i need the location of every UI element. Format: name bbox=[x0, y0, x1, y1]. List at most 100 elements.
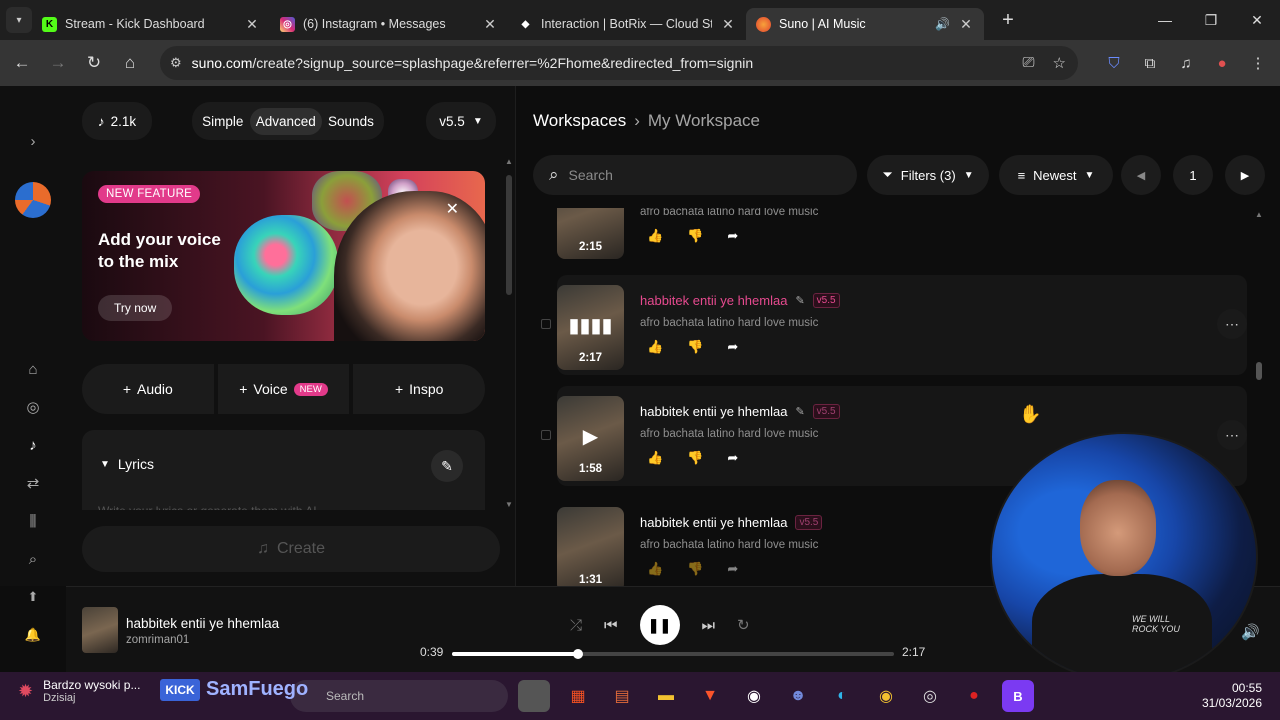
menu-dots-icon[interactable]: ⋮ bbox=[1242, 46, 1274, 80]
song-search-input[interactable]: ⌕ Search bbox=[533, 155, 857, 195]
close-icon[interactable]: ✕ bbox=[244, 16, 260, 33]
botrix-app-icon[interactable]: B bbox=[1002, 680, 1034, 712]
song-cover[interactable]: ▶ 1:58 bbox=[557, 396, 624, 481]
shuffle-icon[interactable]: ⤮ bbox=[570, 617, 582, 634]
song-checkbox[interactable] bbox=[541, 430, 551, 440]
close-icon[interactable]: ✕ bbox=[720, 16, 736, 33]
add-audio-button[interactable]: + Audio bbox=[82, 364, 214, 414]
upgrade-icon[interactable]: ⬆ bbox=[20, 584, 46, 610]
task-view-icon[interactable] bbox=[518, 680, 550, 712]
system-clock[interactable]: 00:55 31/03/2026 bbox=[1202, 681, 1262, 711]
scroll-up-icon[interactable]: ▲ bbox=[505, 157, 513, 166]
song-row[interactable]: ▮▮▮▮ 2:17 habbitek entii ye hhemlaa ✎ v5.5 … bbox=[541, 275, 1247, 375]
lyrics-toggle[interactable]: ▼ Lyrics bbox=[100, 456, 154, 472]
notifications-bell-icon[interactable]: 🔔 bbox=[20, 622, 46, 648]
song-checkbox[interactable] bbox=[541, 319, 551, 329]
thumbs-down-icon[interactable]: 👎 bbox=[687, 339, 703, 355]
page-number[interactable]: 1 bbox=[1173, 155, 1213, 195]
close-icon[interactable]: ✕ bbox=[482, 16, 498, 33]
office-icon[interactable]: ▤ bbox=[606, 680, 638, 712]
next-track-icon[interactable]: ⏭ bbox=[702, 617, 716, 634]
thumbs-up-icon[interactable]: 👍 bbox=[647, 339, 663, 355]
obs-studio-icon[interactable]: ◎ bbox=[914, 680, 946, 712]
library-icon[interactable]: ⫼ bbox=[20, 508, 46, 534]
new-tab-button[interactable]: + bbox=[994, 6, 1022, 34]
play-icon[interactable]: ▶ bbox=[557, 424, 624, 449]
share-icon[interactable]: ➦ bbox=[727, 561, 738, 577]
volume-icon[interactable]: 🔊 bbox=[1241, 623, 1260, 641]
share-icon[interactable]: ➦ bbox=[727, 339, 738, 355]
home-icon[interactable]: ⌂ bbox=[112, 45, 148, 81]
edit-pencil-icon[interactable]: ✎ bbox=[795, 405, 804, 418]
song-title[interactable]: habbitek entii ye hhemlaa bbox=[640, 404, 787, 419]
model-select[interactable]: v5.5 ▼ bbox=[426, 102, 496, 140]
breadcrumb-root[interactable]: Workspaces bbox=[533, 111, 626, 131]
scrollbar-thumb[interactable] bbox=[1256, 362, 1262, 380]
scrollbar-thumb[interactable] bbox=[506, 175, 512, 295]
close-icon[interactable]: ✕ bbox=[446, 199, 459, 219]
scroll-down-icon[interactable]: ▼ bbox=[505, 500, 513, 509]
now-playing-artist[interactable]: zomriman01 bbox=[126, 634, 189, 646]
brave-icon[interactable]: ▼ bbox=[694, 680, 726, 712]
url-bar[interactable]: ⚙ suno.com/create?signup_source=splashpa… bbox=[160, 46, 1078, 80]
sort-button[interactable]: ≡ Newest ▼ bbox=[999, 155, 1113, 195]
edge-icon[interactable]: ◐ bbox=[826, 680, 858, 712]
now-playing-title[interactable]: habbitek entii ye hhemlaa bbox=[126, 616, 279, 631]
repeat-icon[interactable]: ↻ bbox=[737, 616, 750, 634]
expand-chevron-icon[interactable]: › bbox=[20, 128, 46, 154]
recorder-icon[interactable]: ● bbox=[958, 680, 990, 712]
panel-scrollbar[interactable]: ▲ ▼ bbox=[505, 157, 513, 509]
now-playing-cover[interactable] bbox=[82, 607, 118, 653]
mode-advanced[interactable]: Advanced bbox=[249, 107, 322, 135]
taskbar-search[interactable]: Search bbox=[290, 680, 508, 712]
thumbs-down-icon[interactable]: 👎 bbox=[687, 228, 703, 244]
site-info-icon[interactable]: ⚙ bbox=[170, 55, 182, 71]
file-explorer-icon[interactable]: ▬ bbox=[650, 680, 682, 712]
progress-bar[interactable] bbox=[452, 649, 894, 659]
progress-knob[interactable] bbox=[572, 649, 583, 659]
explore-icon[interactable]: ◎ bbox=[20, 394, 46, 420]
profile-icon[interactable]: ● bbox=[1206, 46, 1238, 80]
close-window-icon[interactable]: ✕ bbox=[1234, 0, 1280, 40]
edit-pencil-icon[interactable]: ✎ bbox=[795, 294, 804, 307]
mode-sounds[interactable]: Sounds bbox=[322, 108, 380, 135]
more-options-icon[interactable]: ⋯ bbox=[1217, 420, 1247, 450]
song-title[interactable]: habbitek entii ye hhemlaa bbox=[640, 515, 787, 530]
song-cover[interactable]: 1:31 bbox=[557, 507, 624, 586]
mode-simple[interactable]: Simple bbox=[196, 108, 249, 135]
reload-icon[interactable]: ↻ bbox=[76, 45, 112, 81]
bookmark-star-icon[interactable]: ☆ bbox=[1053, 54, 1066, 72]
install-app-icon[interactable]: ⎚ bbox=[1023, 54, 1035, 72]
scroll-up-icon[interactable]: ▲ bbox=[1255, 210, 1263, 219]
create-button[interactable]: ♫ Create bbox=[82, 526, 500, 572]
prev-page-button[interactable]: ◀ bbox=[1121, 155, 1161, 195]
song-title[interactable]: habbitek entii ye hhemlaa bbox=[640, 293, 787, 308]
share-icon[interactable]: ➦ bbox=[727, 228, 738, 244]
share-icon[interactable]: ➦ bbox=[727, 450, 738, 466]
shield-extension-icon[interactable]: ⛉ bbox=[1098, 46, 1130, 80]
tab-botrix[interactable]: ◆ Interaction | BotRix — Cloud St ✕ bbox=[508, 8, 746, 40]
song-cover[interactable]: 2:15 bbox=[557, 208, 624, 259]
add-voice-button[interactable]: + Voice NEW bbox=[217, 364, 350, 414]
home-nav-icon[interactable]: ⌂ bbox=[20, 356, 46, 382]
extensions-puzzle-icon[interactable]: ⧉ bbox=[1134, 46, 1166, 80]
back-arrow-icon[interactable]: ← bbox=[4, 45, 40, 81]
thumbs-down-icon[interactable]: 👎 bbox=[687, 450, 703, 466]
thumbs-up-icon[interactable]: 👍 bbox=[647, 228, 663, 244]
create-nav-icon[interactable]: ♪ bbox=[20, 432, 46, 458]
tab-suno[interactable]: Suno | AI Music 🔊 ✕ bbox=[746, 8, 984, 40]
magic-wand-icon[interactable]: ✎ bbox=[431, 450, 463, 482]
credits-pill[interactable]: ♪ 2.1k bbox=[82, 102, 152, 140]
thumbs-up-icon[interactable]: 👍 bbox=[647, 561, 663, 577]
lyrics-input[interactable]: Write your lyrics or generate them with … bbox=[98, 504, 317, 510]
studio-icon[interactable]: ⇄ bbox=[20, 470, 46, 496]
thumbs-down-icon[interactable]: 👎 bbox=[687, 561, 703, 577]
promo-banner[interactable]: NEW FEATURE Add your voice to the mix Tr… bbox=[82, 171, 485, 341]
list-scrollbar[interactable]: ▲ bbox=[1255, 210, 1263, 556]
tab-kick[interactable]: K Stream - Kick Dashboard ✕ bbox=[32, 8, 270, 40]
chrome-icon[interactable]: ◉ bbox=[870, 680, 902, 712]
breadcrumb-current[interactable]: My Workspace bbox=[648, 111, 760, 131]
obs-icon[interactable]: ◉ bbox=[738, 680, 770, 712]
minimize-icon[interactable]: — bbox=[1142, 0, 1188, 40]
thumbs-up-icon[interactable]: 👍 bbox=[647, 450, 663, 466]
